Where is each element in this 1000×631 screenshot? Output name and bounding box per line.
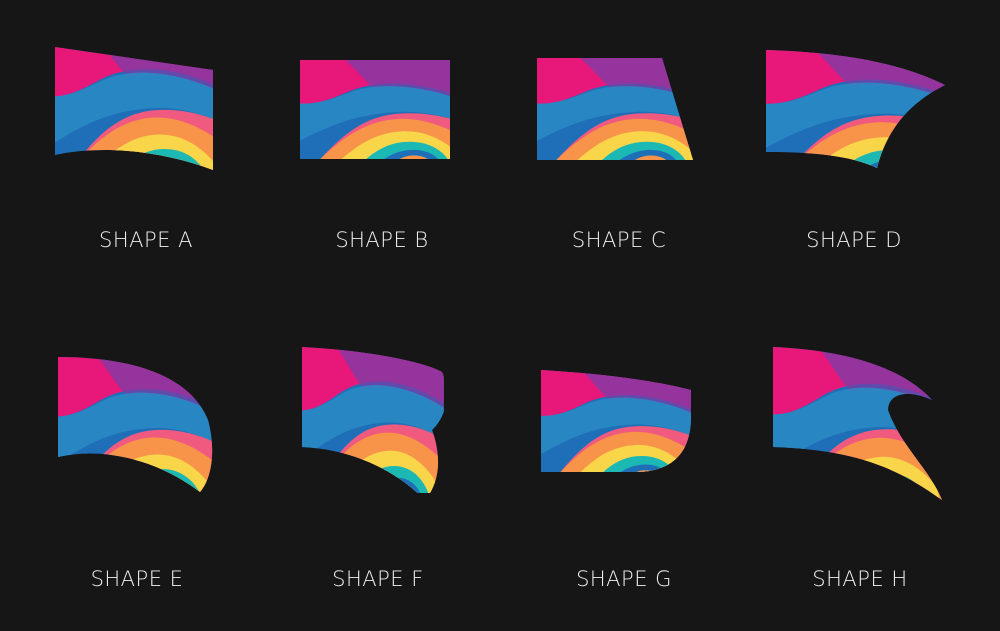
shape-g-graphic bbox=[541, 370, 691, 472]
shape-f-graphic bbox=[302, 347, 444, 493]
shape-gallery: SHAPE A SHAPE B SHAPE C SHAPE D SHAPE E … bbox=[0, 0, 1000, 631]
shape-c-label: SHAPE C bbox=[571, 228, 667, 252]
shape-e-graphic bbox=[58, 357, 213, 492]
shape-a-graphic bbox=[55, 47, 213, 170]
shape-d-label: SHAPE D bbox=[806, 228, 902, 252]
shape-h-graphic bbox=[773, 347, 942, 500]
shape-e-label: SHAPE E bbox=[90, 567, 184, 591]
shape-d-graphic bbox=[766, 50, 945, 168]
shape-c-graphic bbox=[537, 58, 693, 160]
shape-h-label: SHAPE H bbox=[812, 567, 908, 591]
shape-g-label: SHAPE G bbox=[576, 567, 672, 591]
shape-f-label: SHAPE F bbox=[332, 567, 424, 591]
shapes-artwork bbox=[55, 47, 945, 500]
shape-b-graphic bbox=[300, 60, 450, 159]
shape-b-label: SHAPE B bbox=[335, 228, 429, 252]
shape-a-label: SHAPE A bbox=[99, 228, 193, 252]
